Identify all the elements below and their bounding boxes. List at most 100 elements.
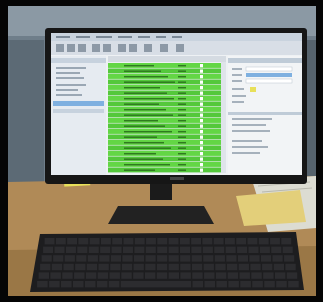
keyboard-key	[123, 238, 134, 245]
keyboard-key	[76, 255, 87, 262]
keyboard-key	[213, 238, 224, 245]
keyboard-key	[225, 246, 236, 253]
keyboard-key	[262, 263, 273, 271]
keyboard-key	[75, 263, 86, 271]
table-header	[108, 56, 226, 62]
keyboard-key	[272, 255, 283, 262]
keyboard-key	[44, 238, 55, 245]
keyboard-key	[204, 272, 215, 279]
keyboard-key	[38, 272, 50, 279]
monitor-base	[108, 206, 214, 224]
keyboard-key	[97, 272, 109, 279]
table-row-check	[200, 157, 203, 161]
scene-drawing	[0, 0, 323, 302]
table-row-cell	[178, 169, 186, 171]
keyboard-key	[180, 255, 191, 262]
keyboard-key	[108, 281, 120, 288]
table-row-cell	[178, 108, 186, 111]
keyboard-key	[145, 263, 156, 271]
keyboard-key	[146, 238, 156, 245]
keyboard-key	[247, 238, 258, 245]
keyboard-key	[109, 272, 120, 279]
table-row-cell	[178, 75, 186, 78]
keyboard-key	[89, 238, 100, 245]
keyboard-key	[214, 246, 225, 253]
table-row-check	[200, 163, 203, 167]
table-row-check	[200, 97, 203, 101]
keyboard-key	[122, 246, 133, 253]
keyboard-key	[144, 272, 156, 279]
left-cabinet	[8, 40, 44, 190]
keyboard-key	[259, 246, 270, 253]
keyboard-key	[88, 246, 99, 253]
keyboard-key	[286, 272, 298, 279]
keyboard-key	[179, 238, 190, 245]
keyboard-key	[63, 263, 74, 271]
keyboard-key	[64, 255, 75, 262]
keyboard-key	[180, 246, 191, 253]
table-row-check	[200, 102, 203, 106]
table-row-text	[124, 86, 160, 89]
keyboard-key	[67, 238, 78, 245]
keyboard-key	[180, 263, 191, 271]
keyboard-key	[284, 255, 295, 262]
right-field-accent	[246, 73, 292, 77]
keyboard-key	[252, 281, 263, 288]
table-row-cell	[178, 158, 186, 160]
table-row-cell	[178, 119, 186, 122]
space-bar	[120, 281, 192, 288]
keyboard-key	[96, 281, 108, 288]
keyboard-key	[226, 255, 237, 262]
keyboard-key	[77, 246, 88, 253]
keyboard-key	[50, 272, 61, 279]
keyboard-key	[168, 272, 180, 279]
keyboard-key	[157, 246, 168, 253]
keyboard-key	[214, 255, 225, 262]
keyboard-key	[78, 238, 89, 245]
keyboard-key	[121, 272, 132, 279]
keyboard-key	[274, 272, 286, 279]
table-row-text	[124, 147, 171, 149]
keyboard-key	[53, 255, 64, 262]
table-row-cell	[178, 70, 186, 72]
table-row-check	[200, 152, 203, 156]
keyboard-key	[110, 255, 122, 262]
table-row-check	[200, 141, 203, 145]
keyboard-key	[276, 281, 287, 288]
keyboard-key	[202, 246, 213, 253]
sidebar-section	[53, 109, 104, 113]
keyboard-key	[260, 255, 272, 262]
keyboard-key	[204, 281, 216, 288]
keyboard-key	[282, 246, 293, 253]
keyboard-key	[236, 238, 247, 245]
table-row-cell	[178, 130, 186, 133]
keyboard-key	[55, 238, 66, 245]
table-row-check	[200, 80, 203, 84]
keyboard-key	[157, 255, 168, 262]
keyboard-key	[249, 255, 260, 262]
keyboard-key	[133, 255, 145, 262]
table-row-check	[200, 113, 203, 117]
table-row-text	[124, 75, 168, 78]
keyboard-key	[258, 238, 269, 245]
keyboard-key	[156, 263, 168, 271]
keyboard-key	[264, 281, 275, 288]
table-row-check	[200, 146, 203, 150]
table-row-check	[200, 135, 203, 139]
table-row-cell	[178, 163, 186, 166]
table-row-check	[200, 168, 203, 172]
table-row-cell	[178, 64, 186, 67]
table-row-text	[124, 108, 166, 111]
table-row-cell	[178, 81, 186, 83]
keyboard-key	[156, 272, 168, 279]
keyboard-key	[228, 281, 239, 288]
keyboard-key	[112, 238, 123, 245]
table-row-text	[124, 163, 170, 166]
keyboard-key	[145, 255, 156, 262]
table-row-cell	[178, 114, 186, 116]
keyboard-key	[145, 246, 156, 253]
keyboard-key	[271, 246, 282, 253]
table-row-cell	[178, 141, 186, 144]
keyboard-key	[98, 263, 109, 271]
table-row-text	[124, 70, 161, 72]
